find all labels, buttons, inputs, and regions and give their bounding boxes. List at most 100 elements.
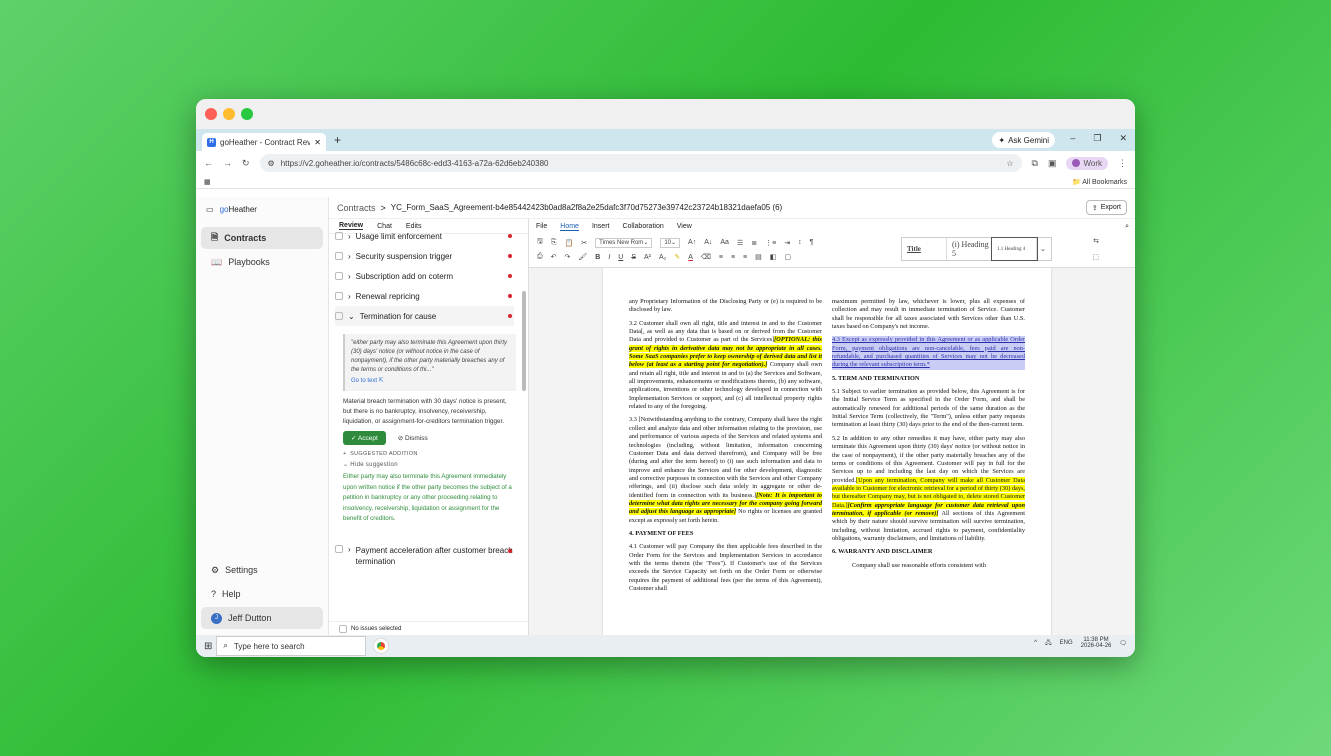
sidebar-toggle-icon[interactable]: ▭ xyxy=(206,205,214,214)
document-page[interactable]: any Proprietary Information of the Discl… xyxy=(603,268,1051,635)
eraser-icon[interactable]: ⌫ xyxy=(701,253,711,261)
select-icon[interactable]: ⬚ xyxy=(1092,253,1099,261)
save-icon[interactable]: 🖫 xyxy=(537,237,543,248)
change-case-icon[interactable]: Aa xyxy=(720,239,729,246)
bullets-icon[interactable]: ☰ xyxy=(737,239,743,247)
network-icon[interactable]: 🖧 xyxy=(1045,638,1052,648)
all-bookmarks[interactable]: 📁 All Bookmarks xyxy=(1072,178,1127,186)
bookmark-star-icon[interactable]: ☆ xyxy=(1006,159,1013,168)
redo-icon[interactable]: ↷ xyxy=(564,253,570,261)
line-spacing-icon[interactable]: ↕ xyxy=(798,239,802,246)
underline-icon[interactable]: U xyxy=(618,254,623,261)
superscript-icon[interactable]: A² xyxy=(644,254,651,261)
item-checkbox[interactable] xyxy=(335,312,343,320)
restore-icon[interactable]: ❐ xyxy=(1093,133,1101,144)
shrink-font-icon[interactable]: A↓ xyxy=(704,239,712,246)
menu-insert[interactable]: Insert xyxy=(592,223,610,230)
copy-icon[interactable]: ⎘ xyxy=(551,239,557,247)
style-heading-4[interactable]: 1.1 Heading 4 xyxy=(991,237,1038,261)
find-replace-icon[interactable]: ⇆ xyxy=(1093,237,1099,245)
export-button[interactable]: ⇪ Export xyxy=(1085,200,1127,215)
review-scrollbar[interactable] xyxy=(522,291,526,391)
close-icon[interactable]: ✕ xyxy=(1119,133,1127,144)
extensions-icon[interactable]: ⧉ xyxy=(1032,158,1038,169)
sidebar-item-settings[interactable]: ⚙ Settings xyxy=(201,559,323,581)
sidepanel-icon[interactable]: ▣ xyxy=(1048,158,1057,169)
language-indicator[interactable]: ENG xyxy=(1060,640,1073,646)
shading-icon[interactable]: ◧ xyxy=(770,253,777,261)
profile-button[interactable]: Work xyxy=(1066,156,1108,170)
list-item-expanded[interactable]: ⌄ Termination for cause xyxy=(335,306,514,326)
tray-chevron-icon[interactable]: ^ xyxy=(1034,640,1037,646)
indent-icon[interactable]: ⇥ xyxy=(784,239,790,247)
bold-icon[interactable]: B xyxy=(595,254,600,261)
styles-expand-icon[interactable]: ⌄ xyxy=(1037,238,1051,260)
new-tab-button[interactable]: + xyxy=(334,133,341,147)
menu-collaboration[interactable]: Collaboration xyxy=(622,223,663,230)
back-icon[interactable]: ← xyxy=(204,158,213,168)
chrome-taskbar-icon[interactable] xyxy=(373,638,390,654)
close-dot[interactable] xyxy=(205,108,217,120)
menu-dots-icon[interactable]: ⋮ xyxy=(1118,158,1127,169)
item-checkbox[interactable] xyxy=(335,272,343,280)
item-checkbox[interactable] xyxy=(335,252,343,260)
sidebar-item-contracts[interactable]: 🗎 Contracts xyxy=(201,227,323,249)
goto-text-link[interactable]: Go to text ⇱ xyxy=(351,377,510,386)
undo-icon[interactable]: ↶ xyxy=(551,253,557,261)
ask-gemini-button[interactable]: ✦ Ask Gemini xyxy=(992,132,1055,148)
list-item[interactable]: › Payment acceleration after customer bre… xyxy=(335,544,514,571)
taskbar-search[interactable]: ⌕ Type here to search xyxy=(216,636,367,656)
item-checkbox[interactable] xyxy=(335,544,343,553)
user-menu[interactable]: J Jeff Dutton xyxy=(201,607,323,629)
item-checkbox[interactable] xyxy=(335,232,343,240)
menu-file[interactable]: File xyxy=(536,223,547,230)
justify-icon[interactable]: ▤ xyxy=(755,253,762,261)
multilevel-icon[interactable]: ⋮≡ xyxy=(765,239,776,247)
borders-icon[interactable]: ▢ xyxy=(784,253,791,261)
numbering-icon[interactable]: ≣ xyxy=(751,239,757,247)
minimize-icon[interactable]: – xyxy=(1070,133,1075,144)
subscript-icon[interactable]: A₂ xyxy=(659,254,666,261)
print-icon[interactable]: ⎙ xyxy=(537,253,543,261)
tab-close-icon[interactable]: ✕ xyxy=(314,138,321,147)
breadcrumb-contracts[interactable]: Contracts xyxy=(337,203,376,213)
zoom-dot[interactable] xyxy=(241,108,253,120)
font-color-icon[interactable]: A xyxy=(688,254,693,261)
accept-button[interactable]: ✓ Accept xyxy=(343,431,386,445)
align-left-icon[interactable]: ≡ xyxy=(719,254,723,261)
site-info-icon[interactable]: ⚙ xyxy=(268,159,275,168)
menu-view[interactable]: View xyxy=(677,223,692,230)
editor-search-icon[interactable]: ⌕ xyxy=(1125,223,1129,231)
align-right-icon[interactable]: ≡ xyxy=(743,254,747,261)
style-heading-5[interactable]: (i) Heading 5 xyxy=(947,238,992,260)
sidebar-item-help[interactable]: ? Help xyxy=(201,583,323,605)
browser-tab[interactable]: H goHeather - Contract Review ✕ xyxy=(202,133,326,151)
style-title[interactable]: Title xyxy=(902,238,947,260)
hide-suggestion-toggle[interactable]: ⌄ Hide suggestion xyxy=(343,461,514,468)
list-item[interactable]: › Renewal repricing xyxy=(335,286,514,306)
notifications-icon[interactable]: 🗨 xyxy=(1119,640,1127,647)
highlight-icon[interactable]: ✎ xyxy=(674,253,680,261)
list-item[interactable]: › Security suspension trigger xyxy=(335,246,514,266)
reload-icon[interactable]: ↻ xyxy=(242,158,250,169)
strikethrough-icon[interactable]: S xyxy=(631,254,636,261)
url-field[interactable]: ⚙ https://v2.goheather.io/contracts/5486… xyxy=(259,154,1022,172)
paste-icon[interactable]: 📋 xyxy=(565,239,574,247)
apps-grid-icon[interactable]: ▦ xyxy=(204,178,211,186)
forward-icon[interactable]: → xyxy=(223,158,232,168)
list-item[interactable]: › Usage limit enforcement xyxy=(335,226,514,246)
font-size-select[interactable]: 10 ⌄ xyxy=(660,237,681,248)
sidebar-item-playbooks[interactable]: 📖 Playbooks xyxy=(201,251,323,273)
item-checkbox[interactable] xyxy=(335,292,343,300)
align-center-icon[interactable]: ≡ xyxy=(731,254,735,261)
select-all-checkbox[interactable] xyxy=(339,624,347,633)
list-item[interactable]: › Subscription add on coterm xyxy=(335,266,514,286)
grow-font-icon[interactable]: A↑ xyxy=(688,239,696,246)
windows-start-icon[interactable]: ⊞ xyxy=(204,641,212,652)
italic-icon[interactable]: I xyxy=(608,254,610,261)
dismiss-button[interactable]: ⊘ Dismiss xyxy=(396,431,430,445)
format-painter-icon[interactable]: 🖌 xyxy=(578,253,587,261)
clock[interactable]: 11:38 PM 2026-04-26 xyxy=(1081,637,1112,649)
minimize-dot[interactable] xyxy=(223,108,235,120)
font-family-select[interactable]: Times New Rom ⌄ xyxy=(595,237,653,248)
